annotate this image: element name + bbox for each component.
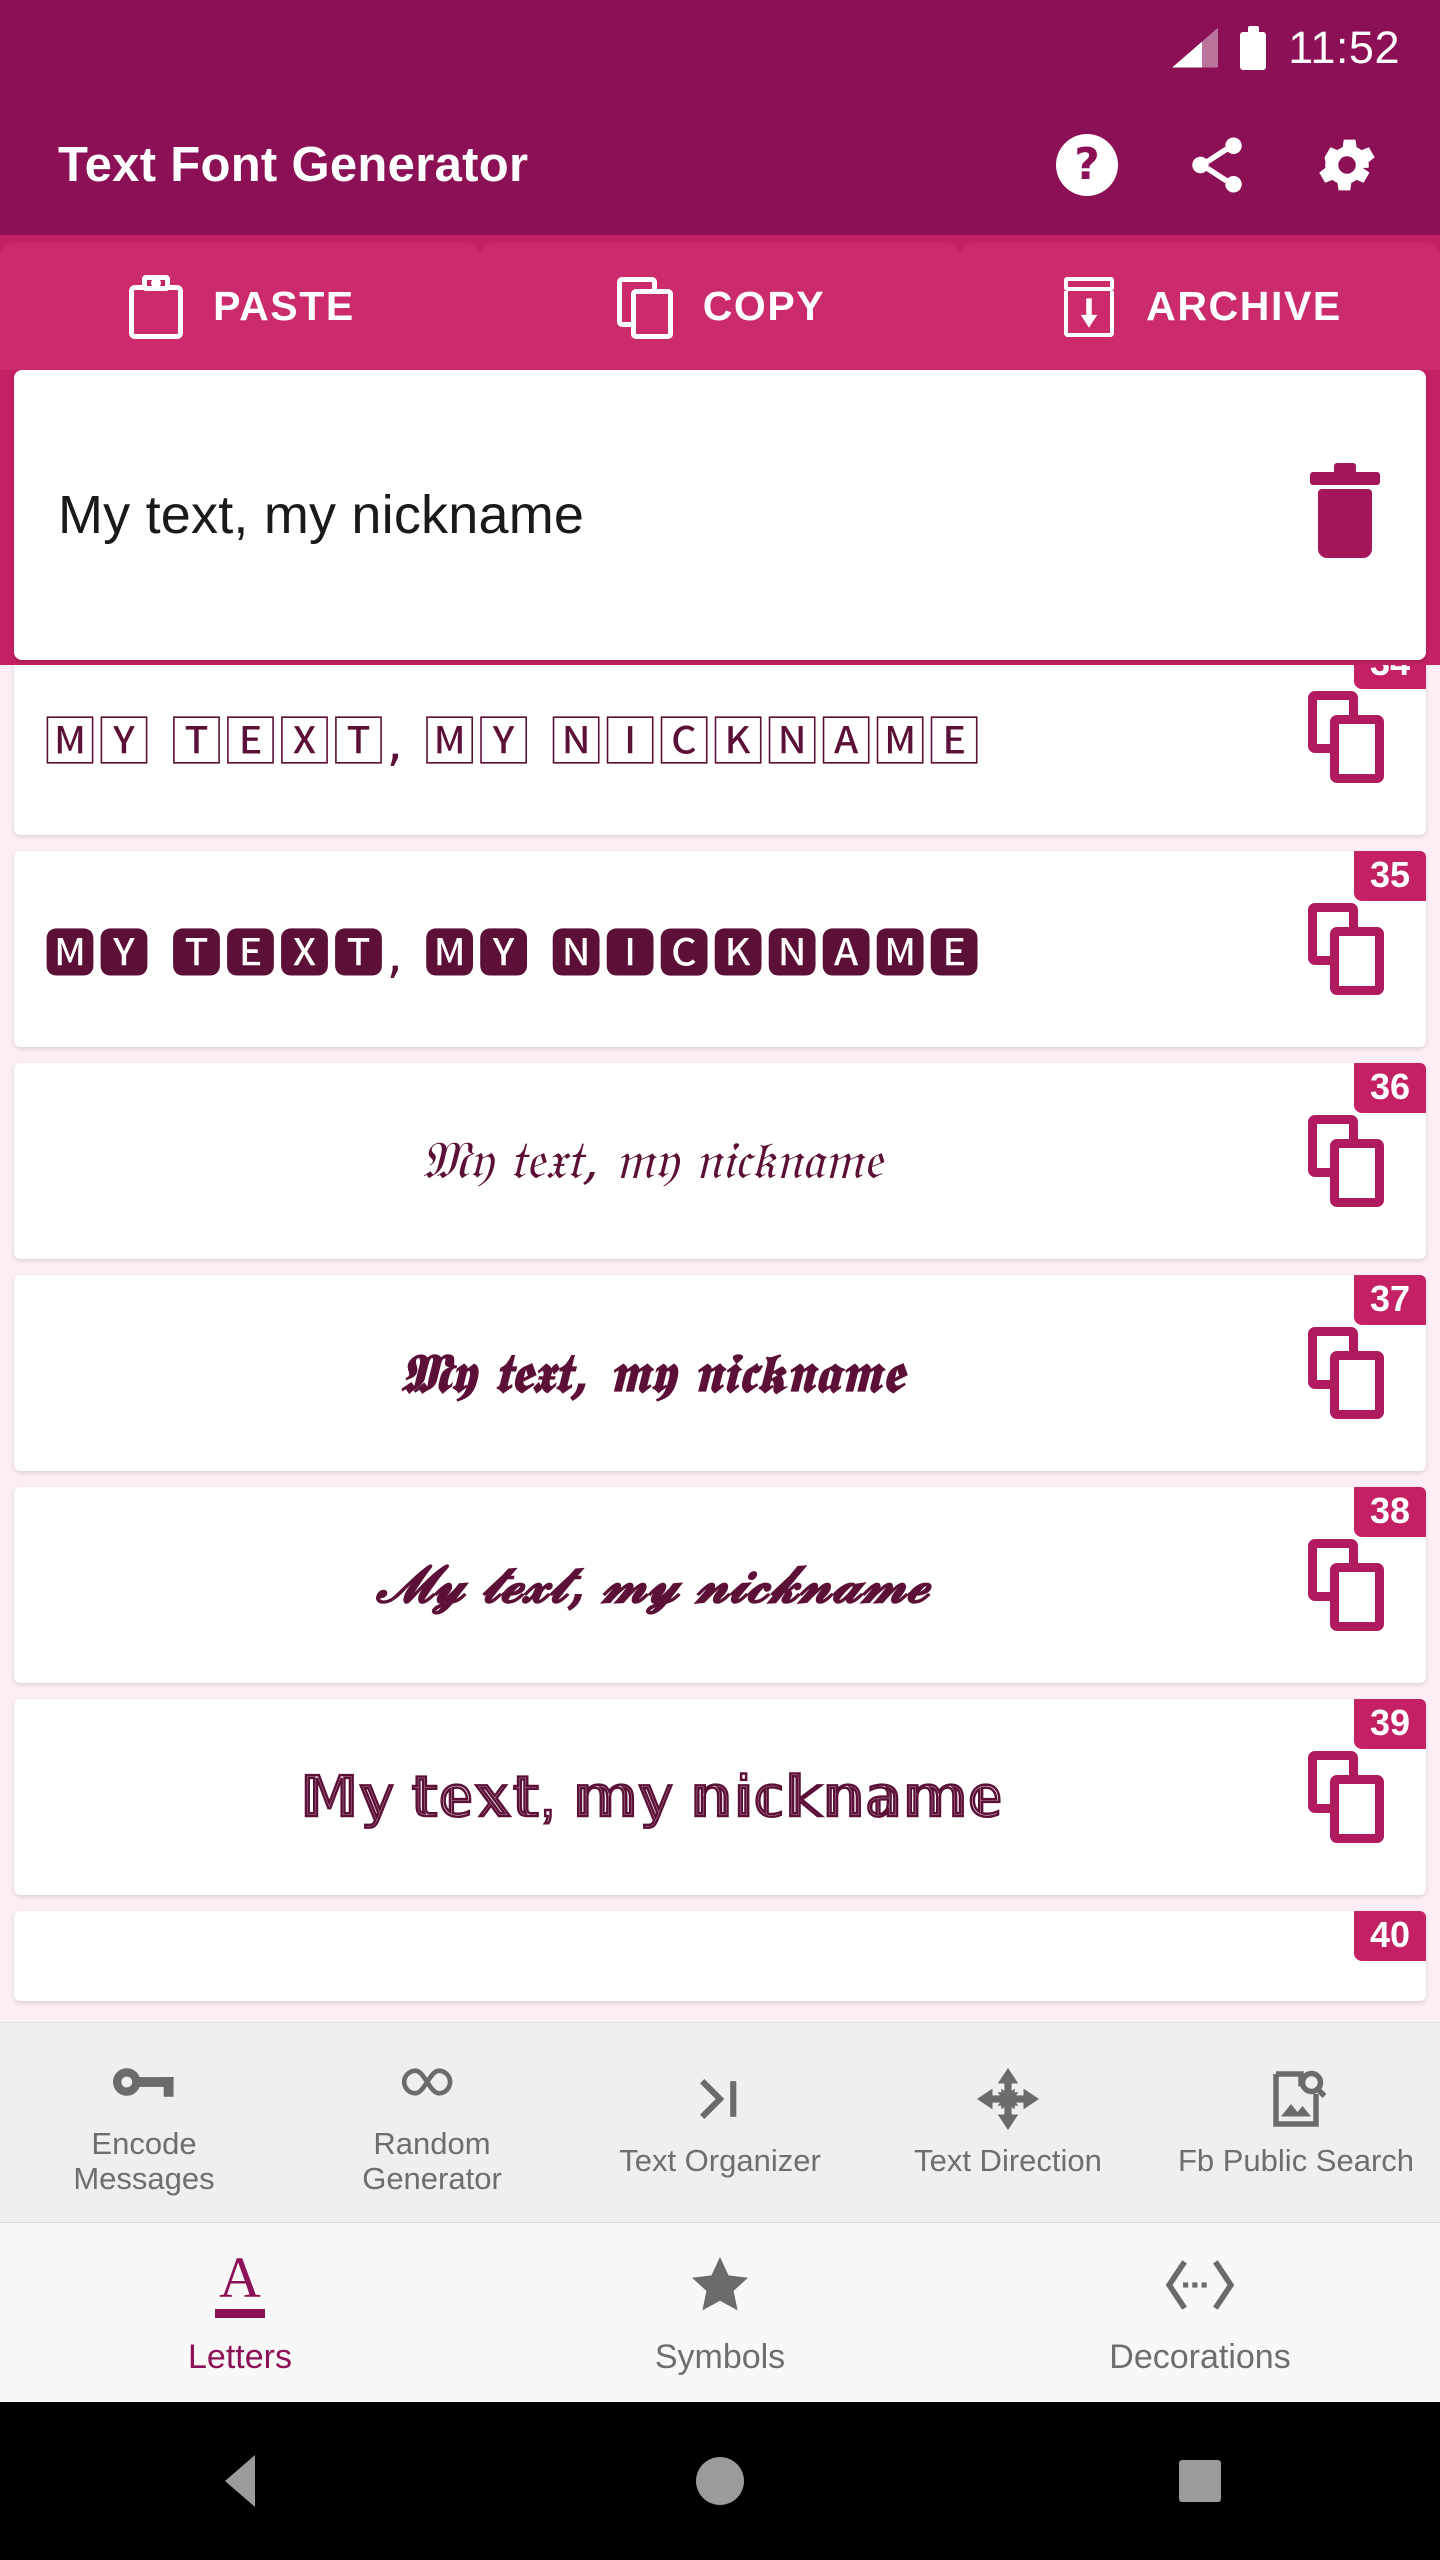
nav-decorations[interactable]: Decorations (960, 2248, 1440, 2377)
archive-download-icon (1058, 275, 1120, 339)
square-recents-icon (1179, 2460, 1221, 2502)
tab-paste-label: PASTE (213, 283, 355, 329)
tab-paste[interactable]: PASTE (0, 243, 480, 370)
styled-text: 𝕄𝕪 𝕥𝕖𝕩𝕥, 𝕞𝕪 𝕟𝕚𝕔𝕜𝕟𝕒𝕞𝕖 (299, 1764, 1004, 1829)
nav-symbols[interactable]: Symbols (480, 2248, 960, 2377)
down-arrow-icon (1080, 297, 1098, 328)
tab-copy-label: COPY (702, 283, 826, 329)
tab-copy[interactable]: COPY (480, 243, 960, 370)
copy-icon[interactable] (1308, 1327, 1384, 1419)
tool-encode-messages[interactable]: Encode Messages (0, 2049, 288, 2196)
image-search-icon (1261, 2066, 1331, 2132)
share-button[interactable] (1182, 130, 1252, 200)
copy-icon (615, 275, 677, 339)
list-item[interactable]: 35 🅼🆈 🆃🅴🆇🆃, 🅼🆈 🅽🅸🅲🅺🅽🅰🅼🅴 (14, 851, 1426, 1047)
clipboard-paste-icon (125, 274, 187, 339)
triangle-back-icon (225, 2455, 255, 2507)
text-organizer-icon (685, 2066, 755, 2132)
tab-archive-label: ARCHIVE (1146, 283, 1342, 329)
style-number-badge: 38 (1353, 1487, 1426, 1537)
settings-button[interactable] (1312, 130, 1382, 200)
style-number-badge: 35 (1353, 851, 1426, 901)
tool-label: Random Generator (362, 2125, 502, 2196)
tool-label-line1: Encode (91, 2125, 197, 2161)
settings-gear-icon (1319, 139, 1375, 191)
help-button[interactable]: ? (1052, 130, 1122, 200)
input-area: My text, my nickname (0, 370, 1440, 676)
nav-decorations-label: Decorations (1109, 2338, 1291, 2376)
star-icon (683, 2248, 757, 2322)
app-bar-actions: ? (1052, 130, 1404, 200)
tool-fb-public-search[interactable]: Fb Public Search (1152, 2066, 1440, 2179)
help-icon: ? (1056, 134, 1118, 196)
decoration-brackets-icon (1163, 2248, 1237, 2322)
tool-label: Text Direction (914, 2143, 1102, 2179)
tool-text-direction[interactable]: Text Direction (864, 2066, 1152, 2179)
tool-text-organizer[interactable]: Text Organizer (576, 2066, 864, 2179)
copy-icon[interactable] (1308, 1539, 1384, 1631)
home-button[interactable] (480, 2457, 960, 2505)
font-style-list[interactable]: 34 🄼🅈 🅃🄴🅇🅃, 🄼🅈 🄽🄸🄲🄺🄽🄰🄼🄴 35 🅼🆈 🆃🅴🆇🆃, 🅼🆈 🅽… (0, 665, 1440, 2022)
nav-symbols-label: Symbols (654, 2338, 786, 2376)
letter-a-underline-icon: A (203, 2248, 277, 2322)
key-icon (109, 2049, 179, 2115)
list-item[interactable]: 36 𝔐𝔶 𝔱𝔢𝔵𝔱, 𝔪𝔶 𝔫𝔦𝔠𝔨𝔫𝔞𝔪𝔢 (14, 1063, 1426, 1259)
page-title: Text Font Generator (58, 138, 529, 192)
text-input[interactable]: My text, my nickname (58, 484, 1310, 546)
copy-icon[interactable] (1308, 691, 1384, 783)
share-icon (1192, 137, 1242, 193)
status-bar-clock: 11:52 (1288, 21, 1400, 73)
style-number-badge: 37 (1353, 1275, 1426, 1325)
text-input-card[interactable]: My text, my nickname (14, 370, 1426, 660)
move-arrows-icon (973, 2066, 1043, 2132)
list-item[interactable]: 39 𝕄𝕪 𝕥𝕖𝕩𝕥, 𝕞𝕪 𝕟𝕚𝕔𝕜𝕟𝕒𝕞𝕖 (14, 1699, 1426, 1895)
copy-icon[interactable] (1308, 903, 1384, 995)
tab-archive[interactable]: ARCHIVE (960, 243, 1440, 370)
style-number-badge: 39 (1353, 1699, 1426, 1749)
circle-home-icon (696, 2457, 744, 2505)
back-button[interactable] (0, 2455, 480, 2507)
tool-row: Encode Messages Random Generator Text Or… (0, 2022, 1440, 2222)
battery-full-icon (1240, 25, 1267, 70)
list-item[interactable]: 34 🄼🅈 🅃🄴🅇🅃, 🄼🅈 🄽🄸🄲🄺🄽🄰🄼🄴 (14, 665, 1426, 835)
recents-button[interactable] (960, 2460, 1440, 2502)
tool-label-line2: Messages (73, 2160, 215, 2196)
status-bar: 11:52 (0, 0, 1440, 95)
trash-delete-icon[interactable] (1310, 463, 1380, 558)
styled-text: 𝔐𝔶 𝔱𝔢𝔵𝔱, 𝔪𝔶 𝔫𝔦𝔠𝔨𝔫𝔞𝔪𝔢 (421, 1130, 883, 1191)
bottom-nav: A Letters Symbols Decorations (0, 2222, 1440, 2402)
style-number-badge: 34 (1353, 665, 1426, 689)
tool-label: Encode Messages (73, 2125, 215, 2196)
copy-icon[interactable] (1308, 1115, 1384, 1207)
style-number-badge: 40 (1353, 1911, 1426, 1961)
app-bar: Text Font Generator ? (0, 95, 1440, 235)
styled-text: 𝕸𝖞 𝖙𝖊𝖝𝖙, 𝖒𝖞 𝖓𝖎𝖈𝖐𝖓𝖆𝖒𝖊 (400, 1340, 904, 1405)
signal-bars-icon (1172, 27, 1219, 68)
tool-label: Text Organizer (619, 2143, 821, 2179)
nav-letters[interactable]: A Letters (0, 2248, 480, 2377)
styled-text: 🄼🅈 🅃🄴🅇🅃, 🄼🅈 🄽🄸🄲🄺🄽🄰🄼🄴 (44, 712, 983, 773)
system-navigation-bar (0, 2402, 1440, 2560)
styled-text: 𝓜𝔂 𝓽𝓮𝔁𝓽, 𝓶𝔂 𝓷𝓲𝓬𝓴𝓷𝓪𝓶𝓮 (375, 1554, 930, 1615)
nav-letters-label: Letters (188, 2338, 292, 2376)
copy-icon[interactable] (1308, 1751, 1384, 1843)
tool-random-generator[interactable]: Random Generator (288, 2049, 576, 2196)
list-item[interactable]: 37 𝕸𝖞 𝖙𝖊𝖝𝖙, 𝖒𝖞 𝖓𝖎𝖈𝖐𝖓𝖆𝖒𝖊 (14, 1275, 1426, 1471)
style-number-badge: 36 (1353, 1063, 1426, 1113)
list-item[interactable]: 38 𝓜𝔂 𝓽𝓮𝔁𝓽, 𝓶𝔂 𝓷𝓲𝓬𝓴𝓷𝓪𝓶𝓮 (14, 1487, 1426, 1683)
tool-label-line1: Random (373, 2125, 491, 2161)
infinity-icon (397, 2049, 467, 2115)
styled-text: 🅼🆈 🆃🅴🆇🆃, 🅼🆈 🅽🅸🅲🅺🅽🅰🅼🅴 (44, 924, 983, 985)
list-item[interactable]: 40 (14, 1911, 1426, 2001)
tool-label-line2: Generator (362, 2160, 502, 2196)
action-tab-strip: PASTE COPY ARCHIVE (0, 235, 1440, 370)
tool-label: Fb Public Search (1177, 2143, 1415, 2179)
